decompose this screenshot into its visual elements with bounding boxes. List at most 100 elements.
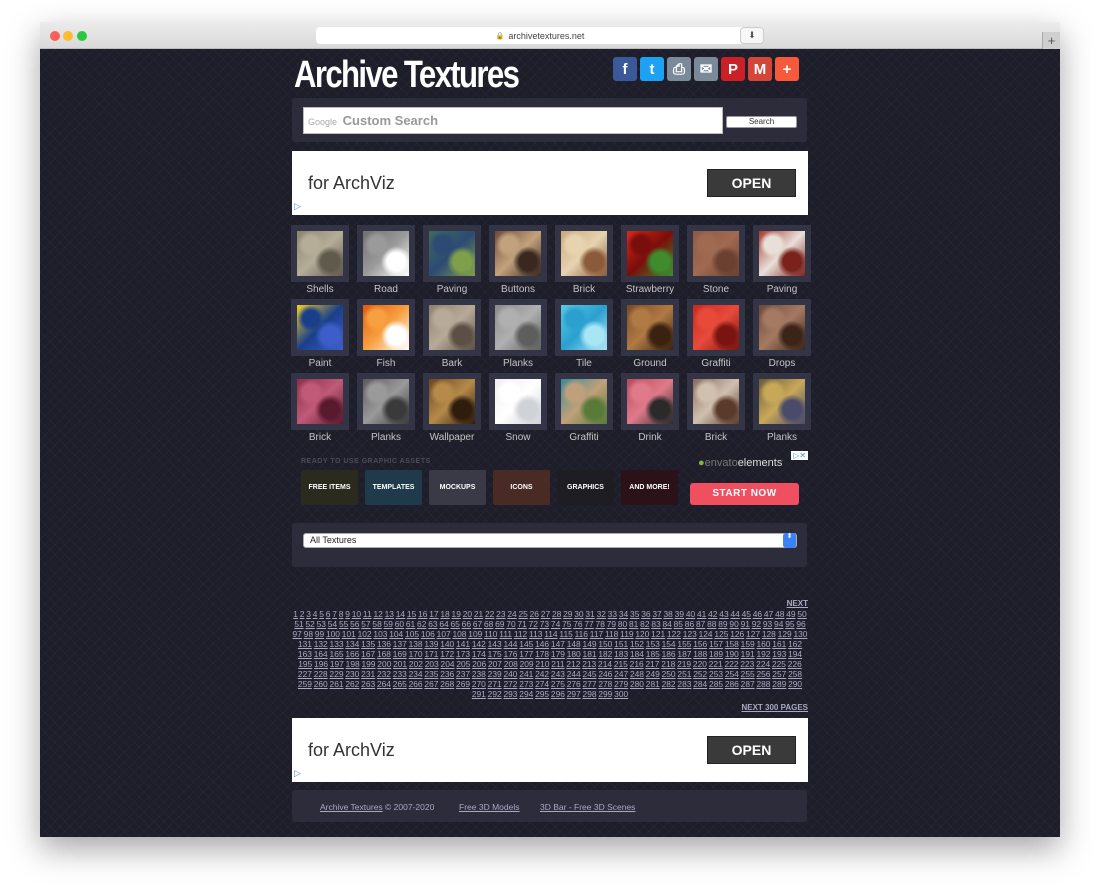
page-number-link[interactable]: 56 [350, 619, 359, 629]
texture-thumbnail-frame[interactable] [291, 373, 349, 430]
page-number-link[interactable]: 184 [630, 649, 644, 659]
texture-thumbnail[interactable] [627, 305, 673, 350]
page-number-link[interactable]: 247 [614, 669, 628, 679]
page-number-link[interactable]: 246 [598, 669, 612, 679]
page-number-link[interactable]: 6 [326, 609, 331, 619]
envato-category-button[interactable]: AND MORE! [621, 470, 678, 505]
page-number-link[interactable]: 260 [314, 679, 328, 689]
page-number-link[interactable]: 270 [472, 679, 486, 689]
envato-category-button[interactable]: MOCKUPS [429, 470, 486, 505]
page-number-link[interactable]: 79 [607, 619, 616, 629]
page-number-link[interactable]: 77 [584, 619, 593, 629]
page-number-link[interactable]: 189 [709, 649, 723, 659]
page-number-link[interactable]: 35 [630, 609, 639, 619]
page-number-link[interactable]: 123 [683, 629, 697, 639]
texture-label[interactable]: Wallpaper [423, 432, 481, 443]
page-number-link[interactable]: 199 [361, 659, 375, 669]
page-number-link[interactable]: 232 [377, 669, 391, 679]
texture-thumbnail-frame[interactable] [291, 299, 349, 356]
page-number-link[interactable]: 139 [424, 639, 438, 649]
page-number-link[interactable]: 146 [535, 639, 549, 649]
page-number-link[interactable]: 285 [709, 679, 723, 689]
page-number-link[interactable]: 259 [298, 679, 312, 689]
page-number-link[interactable]: 64 [439, 619, 448, 629]
page-number-link[interactable]: 99 [315, 629, 324, 639]
page-number-link[interactable]: 33 [608, 609, 617, 619]
page-number-link[interactable]: 142 [472, 639, 486, 649]
page-number-link[interactable]: 66 [462, 619, 471, 629]
page-number-link[interactable]: 145 [519, 639, 533, 649]
page-number-link[interactable]: 160 [756, 639, 770, 649]
page-number-link[interactable]: 21 [474, 609, 483, 619]
page-number-link[interactable]: 12 [373, 609, 382, 619]
page-number-link[interactable]: 31 [585, 609, 594, 619]
footer-3d-bar-link[interactable]: 3D Bar - Free 3D Scenes [540, 802, 635, 812]
page-number-link[interactable]: 91 [741, 619, 750, 629]
page-number-link[interactable]: 297 [567, 689, 581, 699]
page-number-link[interactable]: 175 [488, 649, 502, 659]
page-number-link[interactable]: 255 [741, 669, 755, 679]
page-number-link[interactable]: 188 [693, 649, 707, 659]
page-number-link[interactable]: 122 [667, 629, 681, 639]
page-number-link[interactable]: 89 [718, 619, 727, 629]
more-share-icon[interactable]: + [775, 57, 799, 81]
page-number-link[interactable]: 138 [409, 639, 423, 649]
page-number-link[interactable]: 187 [677, 649, 691, 659]
page-number-link[interactable]: 192 [756, 649, 770, 659]
page-number-link[interactable]: 202 [409, 659, 423, 669]
page-number-link[interactable]: 97 [293, 629, 302, 639]
texture-thumbnail-frame[interactable] [489, 225, 547, 282]
facebook-icon[interactable]: f [613, 57, 637, 81]
page-number-link[interactable]: 100 [326, 629, 340, 639]
page-number-link[interactable]: 238 [472, 669, 486, 679]
page-number-link[interactable]: 198 [346, 659, 360, 669]
page-number-link[interactable]: 156 [693, 639, 707, 649]
page-number-link[interactable]: 268 [440, 679, 454, 689]
texture-tile[interactable]: Planks [489, 299, 547, 370]
page-number-link[interactable]: 253 [709, 669, 723, 679]
page-number-link[interactable]: 75 [562, 619, 571, 629]
texture-tile[interactable]: Paving [753, 225, 811, 296]
page-number-link[interactable]: 125 [714, 629, 728, 639]
page-number-link[interactable]: 194 [788, 649, 802, 659]
texture-tile[interactable]: Buttons [489, 225, 547, 296]
page-number-link[interactable]: 105 [405, 629, 419, 639]
page-number-link[interactable]: 287 [741, 679, 755, 689]
page-number-link[interactable]: 299 [598, 689, 612, 699]
page-number-link[interactable]: 224 [756, 659, 770, 669]
page-number-link[interactable]: 170 [409, 649, 423, 659]
texture-thumbnail-frame[interactable] [555, 373, 613, 430]
texture-thumbnail-frame[interactable] [489, 373, 547, 430]
page-number-link[interactable]: 59 [384, 619, 393, 629]
page-number-link[interactable]: 50 [797, 609, 806, 619]
texture-thumbnail[interactable] [363, 305, 409, 350]
minimize-window-button[interactable] [63, 31, 73, 41]
page-number-link[interactable]: 106 [421, 629, 435, 639]
page-number-link[interactable]: 78 [596, 619, 605, 629]
download-icon[interactable]: ⬇ [740, 27, 764, 44]
page-number-link[interactable]: 230 [345, 669, 359, 679]
page-number-link[interactable]: 101 [342, 629, 356, 639]
ad-open-button[interactable]: OPEN [707, 169, 796, 197]
page-number-link[interactable]: 179 [551, 649, 565, 659]
texture-thumbnail[interactable] [297, 379, 343, 424]
page-number-link[interactable]: 229 [330, 669, 344, 679]
page-number-link[interactable]: 231 [361, 669, 375, 679]
page-number-link[interactable]: 242 [535, 669, 549, 679]
page-number-link[interactable]: 283 [677, 679, 691, 689]
texture-thumbnail[interactable] [693, 379, 739, 424]
page-number-link[interactable]: 26 [530, 609, 539, 619]
page-number-link[interactable]: 13 [385, 609, 394, 619]
page-number-link[interactable]: 27 [541, 609, 550, 619]
page-number-link[interactable]: 72 [529, 619, 538, 629]
page-number-link[interactable]: 76 [573, 619, 582, 629]
page-number-link[interactable]: 48 [775, 609, 784, 619]
page-number-link[interactable]: 4 [313, 609, 318, 619]
texture-thumbnail[interactable] [627, 379, 673, 424]
page-number-link[interactable]: 267 [424, 679, 438, 689]
page-number-link[interactable]: 39 [675, 609, 684, 619]
texture-thumbnail[interactable] [627, 231, 673, 276]
page-number-link[interactable]: 41 [697, 609, 706, 619]
page-number-link[interactable]: 180 [567, 649, 581, 659]
page-number-link[interactable]: 28 [552, 609, 561, 619]
